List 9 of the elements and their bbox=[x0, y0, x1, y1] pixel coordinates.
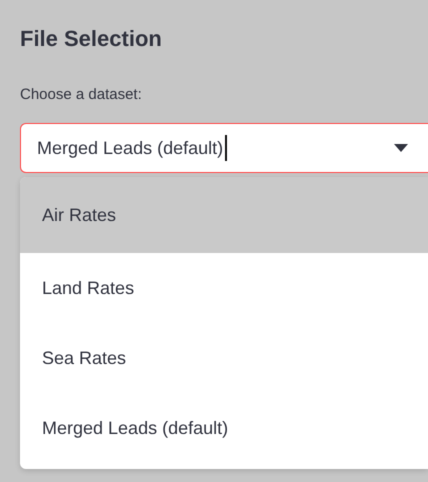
dropdown-option[interactable]: Sea Rates bbox=[20, 323, 428, 393]
text-cursor bbox=[225, 135, 227, 161]
dropdown-option[interactable]: Merged Leads (default) bbox=[20, 393, 428, 463]
dropdown-option[interactable]: Air Rates bbox=[20, 177, 428, 253]
select-value: Merged Leads (default) bbox=[37, 138, 224, 158]
dataset-select[interactable]: Merged Leads (default) bbox=[20, 123, 428, 173]
section-title: File Selection bbox=[20, 26, 163, 52]
dropdown-option[interactable]: Land Rates bbox=[20, 253, 428, 323]
field-label: Choose a dataset: bbox=[20, 86, 143, 103]
